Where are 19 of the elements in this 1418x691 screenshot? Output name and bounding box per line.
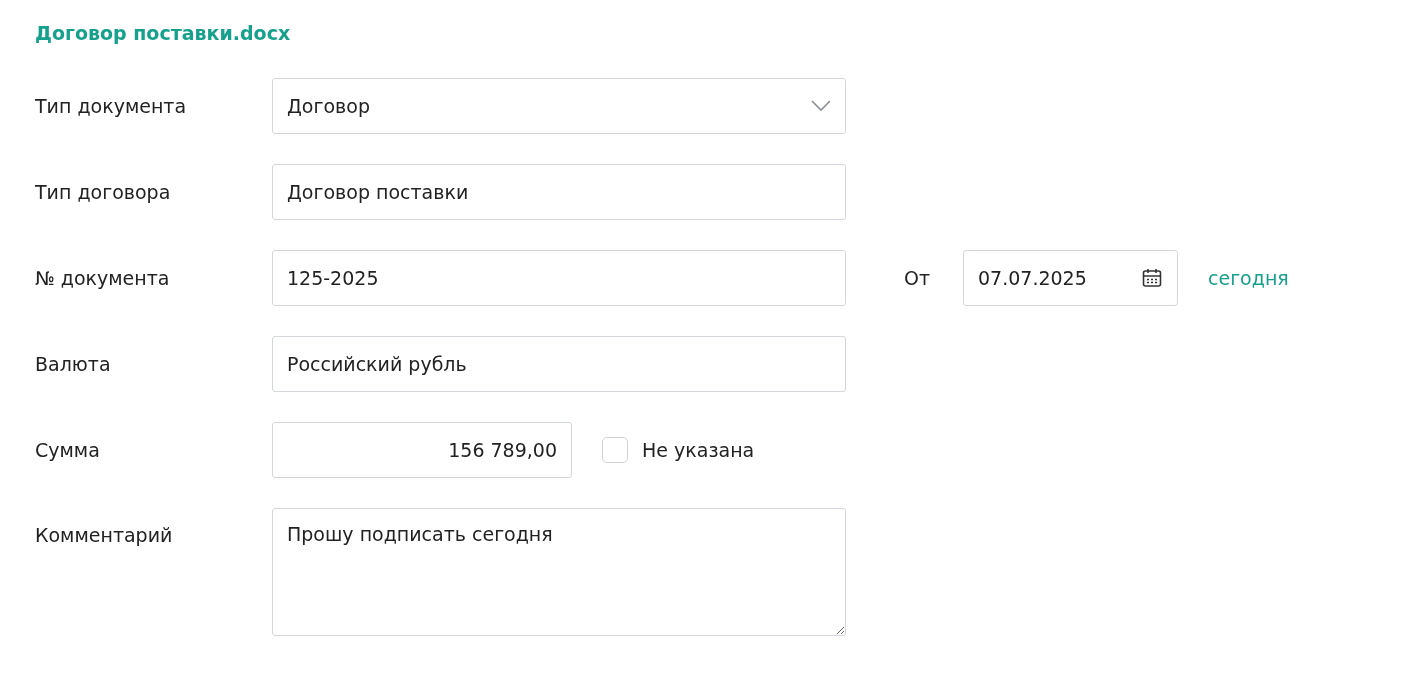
input-field[interactable]: 125-2025 (272, 250, 846, 306)
field-label: Комментарий (35, 523, 174, 546)
calendar-icon (1141, 267, 1163, 289)
field-label: № документа (35, 267, 171, 289)
field-label: Тип договора (35, 181, 172, 203)
chevron-down-icon (811, 100, 831, 112)
checkbox-label[interactable]: Не указана (642, 439, 755, 461)
comment-field[interactable]: Прошу подписать сегодня (272, 508, 846, 636)
date-label: От (904, 267, 932, 289)
field-label: Сумма (35, 439, 101, 461)
field-label: Тип документа (35, 95, 188, 117)
checkbox[interactable] (602, 437, 628, 463)
amount-field[interactable]: 156 789,00 (272, 422, 572, 478)
document-title: Договор поставки.docx (35, 21, 292, 46)
select-field[interactable]: Договор (272, 78, 846, 134)
field-label: Валюта (35, 353, 112, 375)
input-field[interactable]: Российский рубль (272, 336, 846, 392)
date-field[interactable]: 07.07.2025 (963, 250, 1178, 306)
input-field[interactable]: Договор поставки (272, 164, 846, 220)
